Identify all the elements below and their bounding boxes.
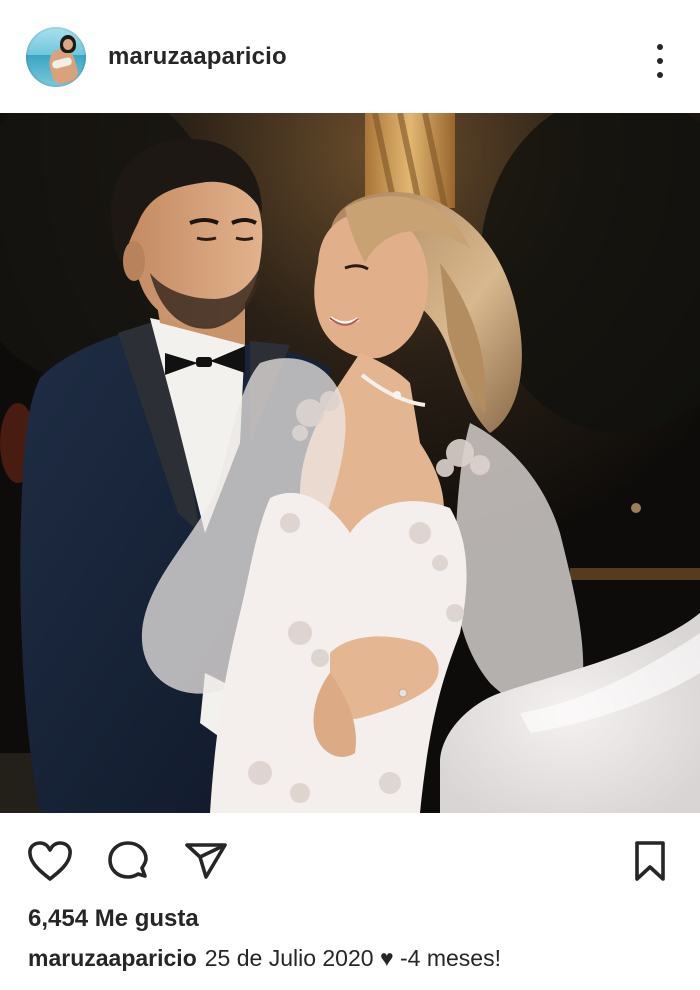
- caption-username[interactable]: maruzaaparicio: [28, 945, 197, 971]
- likes-count[interactable]: 6,454 Me gusta: [28, 905, 199, 933]
- post-actions: [0, 813, 700, 905]
- caption-text: 25 de Julio 2020 ♥ -4 meses!: [204, 945, 501, 971]
- instagram-post: maruzaaparicio 6,454 Me gusta maruzaapar…: [0, 0, 700, 990]
- post-caption: maruzaaparicio 25 de Julio 2020 ♥ -4 mese…: [28, 945, 501, 972]
- more-vertical-icon[interactable]: [654, 44, 666, 78]
- avatar[interactable]: [26, 26, 86, 87]
- comment-bubble-icon[interactable]: [104, 837, 152, 885]
- post-header: maruzaaparicio: [0, 0, 700, 113]
- heart-icon[interactable]: [26, 837, 74, 885]
- post-photo[interactable]: [0, 113, 700, 813]
- paper-plane-icon[interactable]: [182, 837, 230, 885]
- bookmark-icon[interactable]: [626, 837, 674, 885]
- header-username[interactable]: maruzaaparicio: [108, 43, 287, 71]
